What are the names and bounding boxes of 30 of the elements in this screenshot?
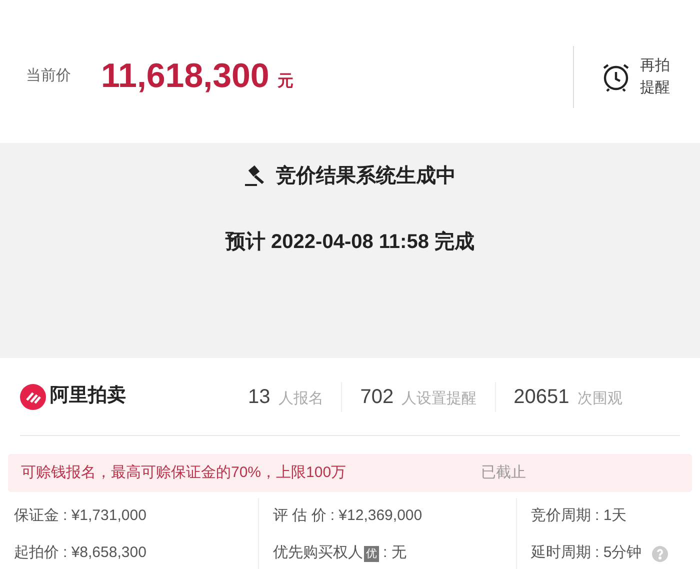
help-icon[interactable] xyxy=(652,546,668,562)
logo-icon xyxy=(20,384,46,410)
detail-value: : ¥12,369,000 xyxy=(330,506,422,526)
detail-label: 评 估 价 xyxy=(273,506,326,526)
detail-label: 保证金 xyxy=(14,506,59,526)
notice-text: 可赊钱报名，最高可赊保证金的70%，上限100万 xyxy=(21,462,348,483)
detail-value: : ¥1,731,000 xyxy=(63,506,146,526)
stat-label: 人报名 xyxy=(278,388,324,408)
price-unit: 元 xyxy=(277,72,294,92)
status-eta: 预计 2022-04-08 11:58 完成 xyxy=(225,230,475,255)
stat-label: 次围观 xyxy=(577,388,622,408)
detail-label: 延时周期 xyxy=(531,543,591,564)
current-price: 11,618,300 xyxy=(101,56,270,97)
detail-value: : 无 xyxy=(383,543,406,564)
stat-count: 20651 xyxy=(514,384,570,410)
price-label: 当前价 xyxy=(26,66,71,86)
detail-label: 优先购买权人 xyxy=(273,543,363,564)
detail-label: 起拍价 xyxy=(14,543,59,564)
stat-count: 13 xyxy=(248,384,270,410)
badge: 优 xyxy=(364,546,379,562)
stat-label: 人设置提醒 xyxy=(402,388,477,408)
detail-value: : ¥8,658,300 xyxy=(63,543,146,564)
brand-name: 阿里拍卖 xyxy=(50,384,126,408)
reminder-button[interactable]: 再拍 提醒 xyxy=(600,54,670,98)
status-title: 竞价结果系统生成中 xyxy=(276,164,456,189)
detail-label: 竞价周期 xyxy=(531,506,591,526)
notice-status: 已截止 xyxy=(481,462,526,483)
detail-value: : 5分钟 xyxy=(595,543,642,564)
stat-count: 702 xyxy=(360,384,394,410)
detail-value: : 1天 xyxy=(595,506,627,526)
